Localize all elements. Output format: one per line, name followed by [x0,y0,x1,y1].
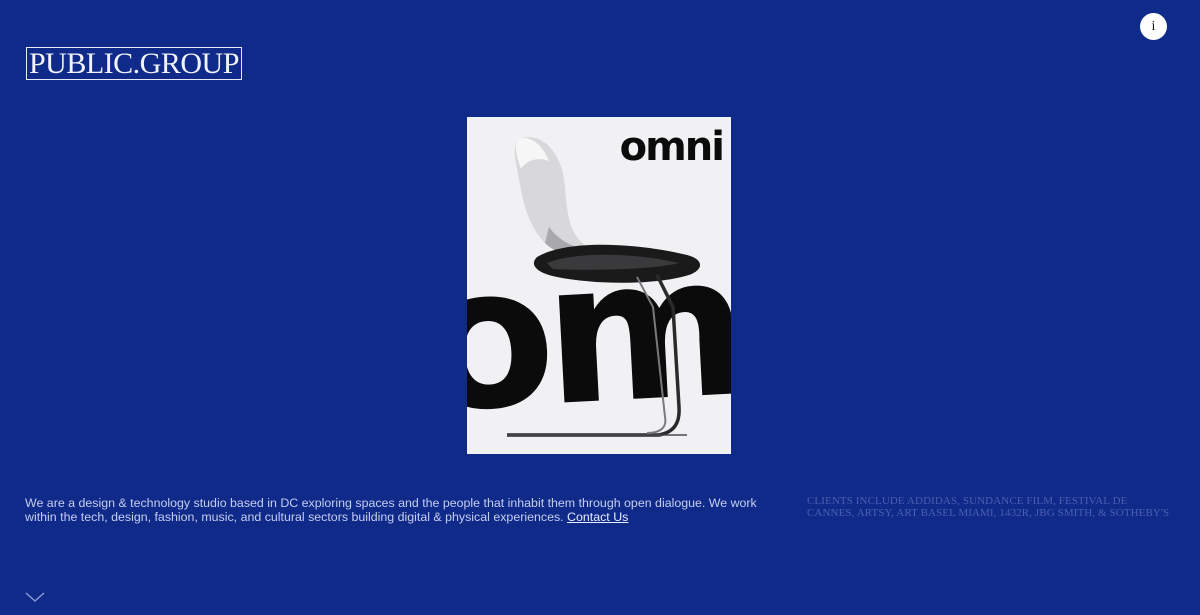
cover-title: omni [619,124,725,170]
featured-project-cover[interactable]: omni omni [467,117,731,454]
site-logo[interactable]: PUBLIC.GROUP [26,47,242,80]
studio-description: We are a design & technology studio base… [25,496,785,524]
info-button[interactable]: i [1140,13,1167,40]
contact-link[interactable]: Contact Us [567,510,628,524]
chevron-down-icon[interactable] [25,590,45,604]
about-text: We are a design & technology studio base… [25,496,757,524]
clients-list: CLIENTS INCLUDE ADDIDAS, SUNDANCE FILM, … [807,495,1170,519]
